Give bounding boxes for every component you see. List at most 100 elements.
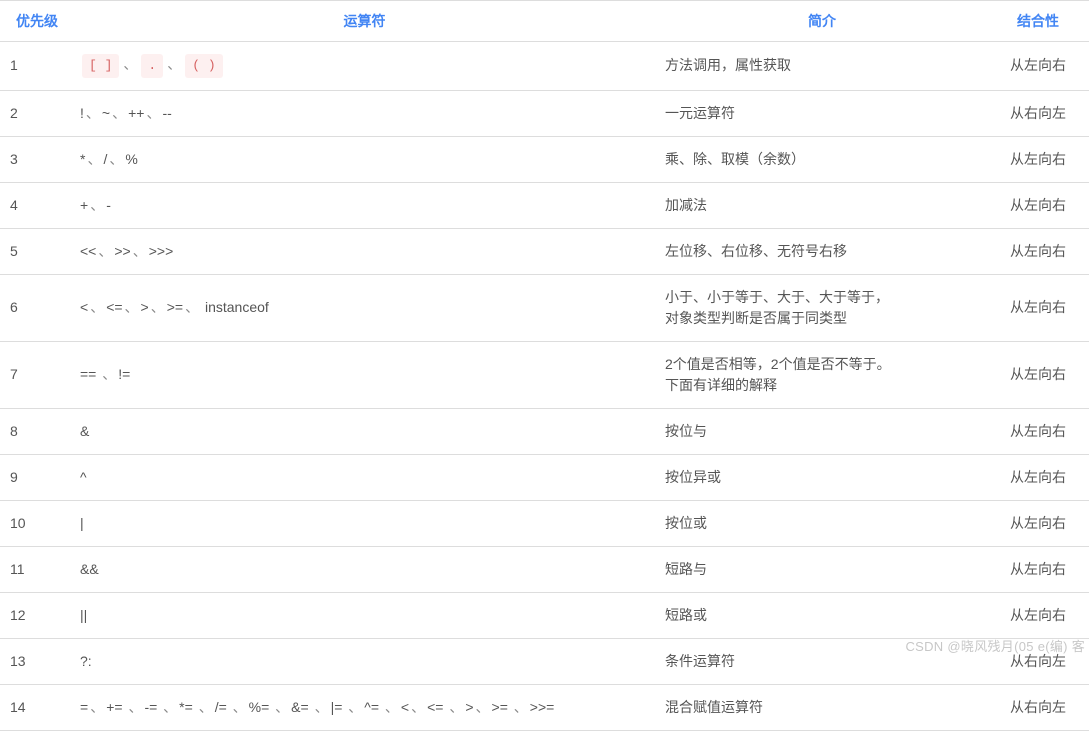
cell-assoc: 从左向右 [987, 592, 1089, 638]
operator-token: ! [80, 105, 84, 121]
cell-assoc: 从左向右 [987, 341, 1089, 408]
separator: 、 [449, 699, 463, 715]
operator-token: /= [215, 699, 231, 715]
operator-token: [ ] [82, 54, 119, 78]
cell-assoc: 从左向右 [987, 182, 1089, 228]
cell-desc: 左位移、右位移、无符号右移 [657, 228, 987, 274]
cell-assoc: 从左向右 [987, 546, 1089, 592]
operator-token: / [103, 151, 107, 167]
cell-priority: 1 [0, 42, 72, 91]
separator: 、 [411, 699, 425, 715]
operator-token: -= [144, 699, 161, 715]
separator: 、 [315, 699, 329, 715]
separator: 、 [112, 105, 126, 121]
separator: 、 [275, 699, 289, 715]
cell-operator: ?: [72, 638, 657, 684]
operator-token: > [465, 699, 473, 715]
cell-priority: 10 [0, 500, 72, 546]
cell-assoc: 从左向右 [987, 228, 1089, 274]
operator-token: *= [179, 699, 197, 715]
operator-token: instanceof [201, 299, 269, 315]
cell-desc: 2个值是否相等，2个值是否不等于。下面有详细的解释 [657, 341, 987, 408]
separator: 、 [146, 105, 160, 121]
cell-priority: 8 [0, 408, 72, 454]
cell-priority: 13 [0, 638, 72, 684]
cell-operator: | [72, 500, 657, 546]
cell-priority: 2 [0, 90, 72, 136]
cell-desc: 乘、除、取模（余数） [657, 136, 987, 182]
table-row: 13?:条件运算符从右向左 [0, 638, 1089, 684]
separator: 、 [86, 105, 100, 121]
cell-desc: 混合赋值运算符 [657, 684, 987, 730]
separator: 、 [514, 699, 528, 715]
operator-token: || [80, 607, 87, 623]
table-row: 5<<、>>、>>>左位移、右位移、无符号右移从左向右 [0, 228, 1089, 274]
cell-priority: 12 [0, 592, 72, 638]
cell-priority: 4 [0, 182, 72, 228]
operator-token: ^ [80, 469, 87, 485]
cell-desc: 一元运算符 [657, 90, 987, 136]
table-row: 8&按位与从左向右 [0, 408, 1089, 454]
cell-priority: 9 [0, 454, 72, 500]
operator-token: -- [162, 105, 171, 121]
table-row: 9^按位异或从左向右 [0, 454, 1089, 500]
operator-token: >= [167, 299, 183, 315]
separator: 、 [348, 699, 362, 715]
cell-operator: +、- [72, 182, 657, 228]
separator: 、 [476, 699, 490, 715]
table-row: 7== 、!=2个值是否相等，2个值是否不等于。下面有详细的解释从左向右 [0, 341, 1089, 408]
cell-assoc: 从右向左 [987, 638, 1089, 684]
separator: 、 [167, 56, 181, 72]
table-row: 1[ ]、.、( )方法调用，属性获取从左向右 [0, 42, 1089, 91]
cell-operator: [ ]、.、( ) [72, 42, 657, 91]
cell-desc: 短路与 [657, 546, 987, 592]
separator: 、 [123, 56, 137, 72]
operator-precedence-table: 优先级 运算符 简介 结合性 1[ ]、.、( )方法调用，属性获取从左向右2!… [0, 0, 1089, 731]
cell-desc: 方法调用，属性获取 [657, 42, 987, 91]
operator-token: < [401, 699, 409, 715]
cell-operator: !、~、++、-- [72, 90, 657, 136]
operator-token: << [80, 243, 96, 259]
separator: 、 [385, 699, 399, 715]
operator-token: ?: [80, 653, 92, 669]
operator-token: && [80, 561, 99, 577]
operator-token: & [80, 423, 89, 439]
cell-operator: || [72, 592, 657, 638]
operator-token: >> [114, 243, 130, 259]
operator-token: |= [331, 699, 347, 715]
cell-assoc: 从右向左 [987, 684, 1089, 730]
separator: 、 [90, 299, 104, 315]
operator-token: >= [492, 699, 512, 715]
separator: 、 [233, 699, 247, 715]
operator-token: == [80, 366, 100, 382]
header-priority: 优先级 [0, 1, 72, 42]
operator-token: ++ [128, 105, 144, 121]
cell-priority: 6 [0, 274, 72, 341]
cell-assoc: 从右向左 [987, 90, 1089, 136]
operator-token: ^= [364, 699, 383, 715]
table-row: 2!、~、++、--一元运算符从右向左 [0, 90, 1089, 136]
separator: 、 [199, 699, 213, 715]
operator-token: ~ [102, 105, 110, 121]
cell-operator: =、+= 、-= 、*= 、/= 、%= 、&= 、|= 、^= 、<、<= 、… [72, 684, 657, 730]
operator-token: >>= [530, 699, 555, 715]
cell-priority: 14 [0, 684, 72, 730]
operator-token: . [141, 54, 163, 78]
table-row: 6<、<=、>、>=、 instanceof小于、小于等于、大于、大于等于，对象… [0, 274, 1089, 341]
separator: 、 [133, 243, 147, 259]
separator: 、 [163, 699, 177, 715]
operator-token: - [106, 197, 111, 213]
cell-assoc: 从左向右 [987, 454, 1089, 500]
cell-desc: 按位或 [657, 500, 987, 546]
cell-operator: <、<=、>、>=、 instanceof [72, 274, 657, 341]
operator-token: % [125, 151, 137, 167]
cell-priority: 7 [0, 341, 72, 408]
table-row: 10|按位或从左向右 [0, 500, 1089, 546]
operator-token: | [80, 515, 84, 531]
cell-desc: 加减法 [657, 182, 987, 228]
separator: 、 [102, 366, 116, 382]
separator: 、 [151, 299, 165, 315]
cell-operator: ^ [72, 454, 657, 500]
operator-token: <= [427, 699, 447, 715]
separator: 、 [109, 151, 123, 167]
